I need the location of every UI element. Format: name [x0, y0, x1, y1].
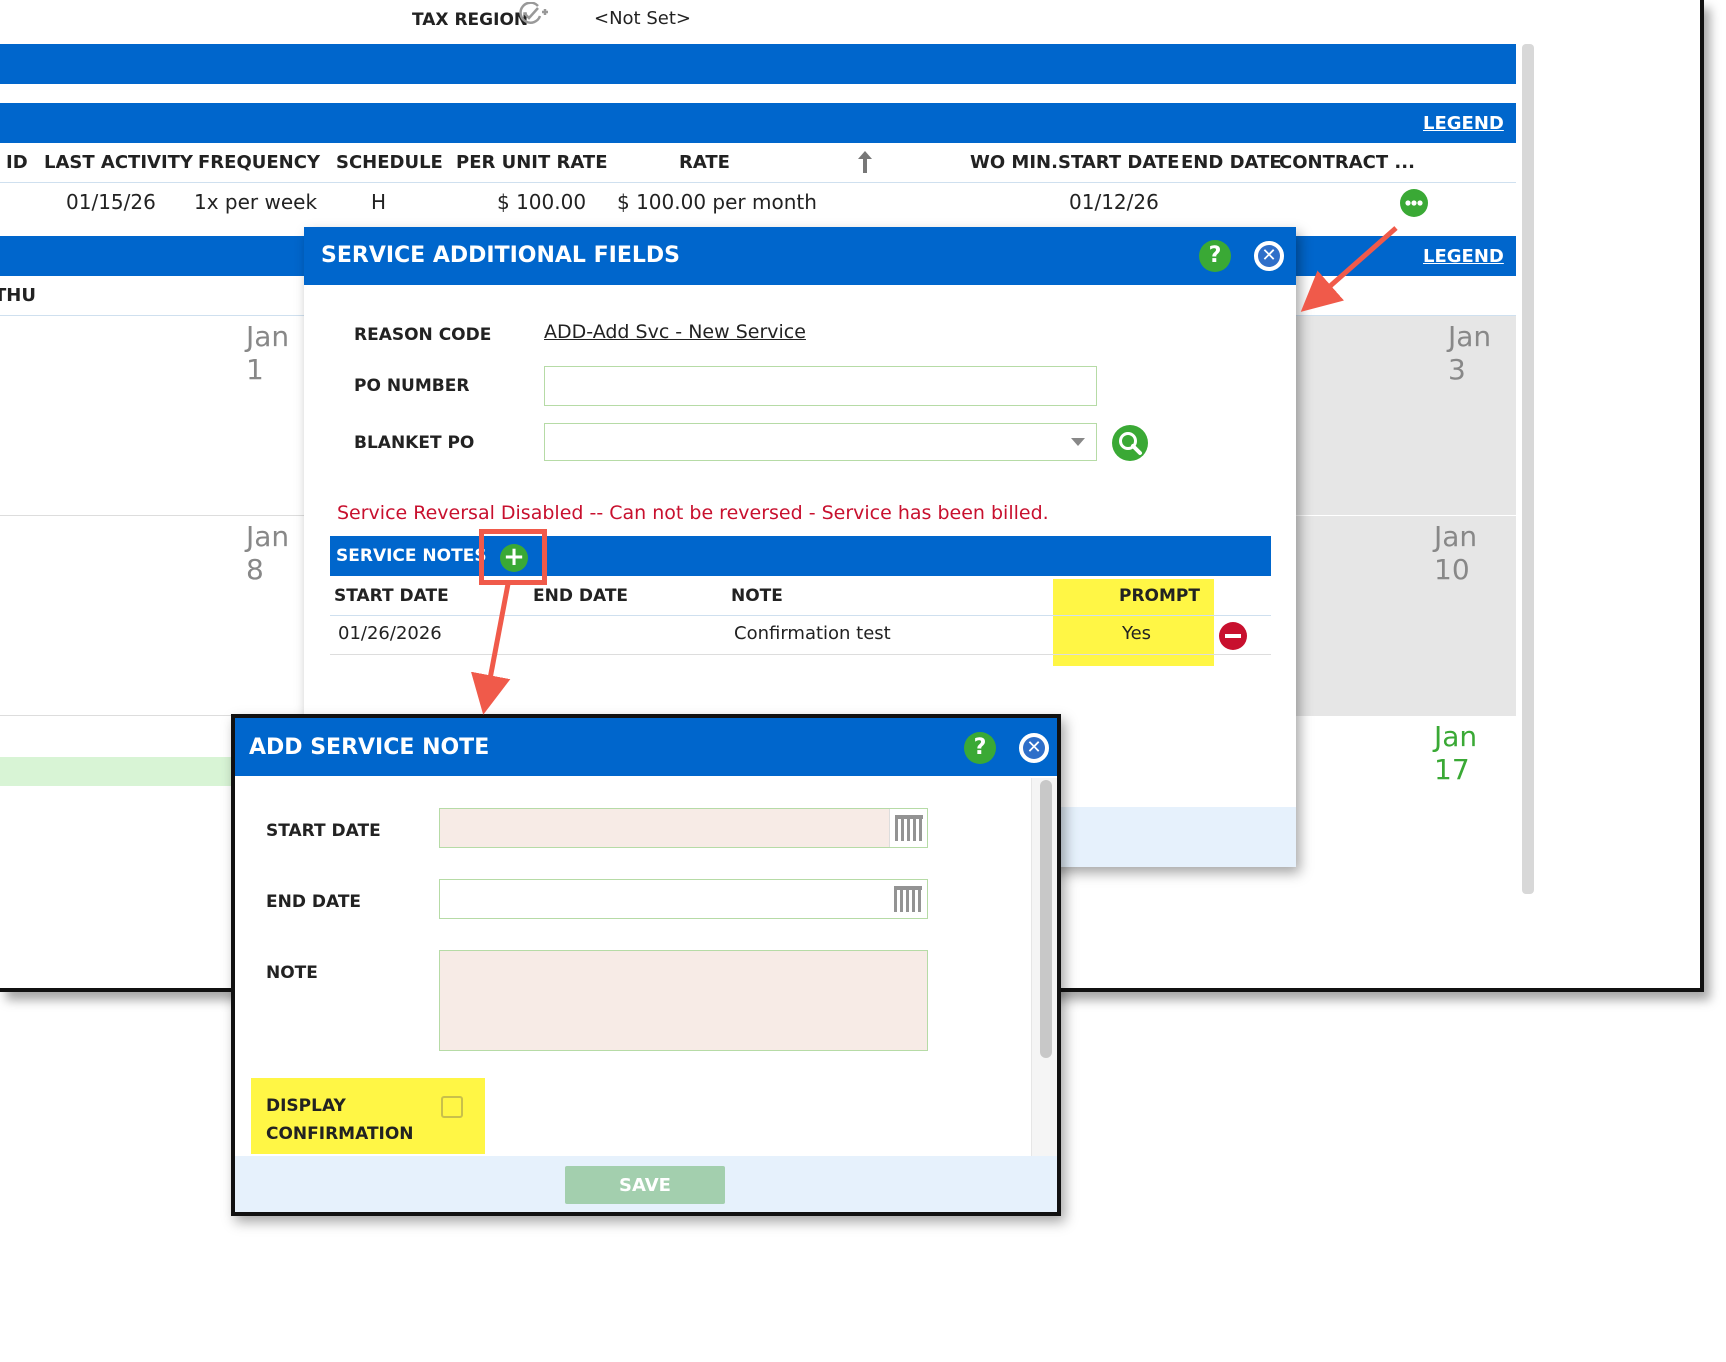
close-icon[interactable]: ✕: [1019, 733, 1049, 763]
calendar-cell[interactable]: Jan 1: [0, 316, 310, 516]
reason-code-label: REASON CODE: [354, 325, 492, 345]
dialog-title: SERVICE ADDITIONAL FIELDS: [321, 243, 680, 268]
more-options-icon[interactable]: [1400, 189, 1428, 217]
end-date-label: END DATE: [266, 892, 362, 912]
close-icon[interactable]: ✕: [1254, 241, 1284, 271]
row-schedule: H: [371, 190, 387, 214]
calendar-date: Jan 10: [1434, 520, 1478, 586]
scrollbar-track[interactable]: [1031, 778, 1057, 1156]
calendar-icon: [895, 815, 923, 841]
remove-note-icon[interactable]: [1219, 622, 1247, 650]
col-start-date[interactable]: START DATE: [1058, 152, 1179, 173]
col-note-prompt[interactable]: PROMPT: [1119, 586, 1200, 606]
legend-link[interactable]: LEGEND: [1423, 113, 1504, 134]
calendar-cell[interactable]: Jan 3: [1296, 316, 1516, 516]
dialog-footer: SAVE: [235, 1156, 1057, 1212]
add-service-note-dialog: ADD SERVICE NOTE ? ✕ START DATE END DATE…: [231, 714, 1061, 1216]
note-label: NOTE: [266, 963, 318, 983]
help-icon[interactable]: ?: [964, 732, 996, 764]
dialog-title: ADD SERVICE NOTE: [249, 735, 490, 760]
col-schedule[interactable]: SCHEDULE: [336, 152, 443, 173]
service-notes-title: SERVICE NOTES: [336, 546, 487, 566]
scrollbar[interactable]: [1522, 44, 1534, 894]
calendar-cell[interactable]: Jan 8: [0, 516, 310, 716]
col-last-activity[interactable]: LAST ACTIVITY: [44, 152, 193, 173]
sort-up-arrow-icon[interactable]: [856, 149, 874, 175]
calendar-date: Jan 3: [1448, 320, 1492, 386]
save-button[interactable]: SAVE: [565, 1166, 725, 1204]
reversal-error-message: Service Reversal Disabled -- Can not be …: [337, 502, 1049, 524]
calendar-date: Jan 17: [1434, 720, 1478, 786]
tax-region-label: TAX REGION: [412, 10, 529, 30]
calendar-date: Jan 1: [246, 320, 290, 386]
po-number-input[interactable]: [544, 366, 1097, 406]
row-rate: $ 100.00 per month: [617, 190, 817, 214]
note-start-date: 01/26/2026: [338, 623, 442, 644]
day-header-thu: THU: [0, 285, 36, 306]
calendar-button[interactable]: [889, 809, 927, 847]
row-per-unit-rate: $ 100.00: [497, 190, 587, 214]
col-frequency[interactable]: FREQUENCY: [198, 152, 320, 173]
row-frequency: 1x per week: [194, 190, 318, 214]
col-note-note[interactable]: NOTE: [731, 586, 783, 606]
calendar-event-strip[interactable]: [0, 757, 240, 786]
note-textarea[interactable]: [439, 950, 928, 1051]
col-id[interactable]: ID: [6, 152, 28, 173]
section-header-bar: [0, 44, 1516, 84]
end-date-field[interactable]: [439, 879, 928, 919]
calendar-button[interactable]: [889, 880, 927, 918]
display-confirmation-checkbox[interactable]: [441, 1096, 463, 1118]
calendar-cell[interactable]: Jan 10: [1296, 516, 1516, 716]
start-date-field[interactable]: [439, 808, 928, 848]
col-per-unit-rate[interactable]: PER UNIT RATE: [456, 152, 608, 173]
help-icon[interactable]: ?: [1199, 240, 1231, 272]
table-row[interactable]: 01/26/2026 Confirmation test Yes: [330, 617, 1271, 655]
calendar-date: Jan 8: [246, 520, 290, 586]
col-rate[interactable]: RATE: [679, 152, 730, 173]
start-date-label: START DATE: [266, 821, 381, 841]
row-start-date: 01/12/26: [1069, 190, 1159, 214]
row-last-activity: 01/15/26: [66, 190, 156, 214]
tax-region-value[interactable]: <Not Set>: [594, 8, 691, 29]
note-prompt: Yes: [1122, 623, 1152, 644]
po-number-label: PO NUMBER: [354, 376, 470, 396]
scrollbar-thumb[interactable]: [1040, 780, 1052, 1058]
service-notes-header-row: START DATE END DATE NOTE PROMPT: [330, 576, 1271, 616]
note-text: Confirmation test: [734, 623, 891, 644]
reason-code-link[interactable]: ADD-Add Svc - New Service: [544, 321, 806, 343]
search-icon[interactable]: [1112, 425, 1148, 461]
calendar-cell[interactable]: Jan 17: [1296, 716, 1516, 896]
dialog-title-bar: SERVICE ADDITIONAL FIELDS ? ✕: [304, 227, 1296, 285]
col-note-start-date[interactable]: START DATE: [334, 586, 449, 606]
blanket-po-select[interactable]: [544, 423, 1097, 461]
services-table-header-bar: LEGEND: [0, 103, 1516, 143]
add-note-plus-icon[interactable]: +: [500, 544, 528, 572]
calendar-legend-link[interactable]: LEGEND: [1423, 246, 1504, 267]
check-add-icon[interactable]: [518, 1, 548, 28]
calendar-icon: [894, 886, 922, 912]
display-confirmation-label: DISPLAY: [266, 1096, 346, 1116]
services-table-header-row: ID LAST ACTIVITY FREQUENCY SCHEDULE PER …: [0, 143, 1516, 183]
service-notes-header-bar: SERVICE NOTES: [330, 536, 1271, 576]
display-confirmation-highlight: DISPLAY CONFIRMATION: [251, 1078, 485, 1154]
dialog-title-bar: ADD SERVICE NOTE ? ✕: [235, 718, 1057, 776]
col-wo-min[interactable]: WO MIN.: [970, 152, 1058, 173]
chevron-down-icon: [1071, 438, 1085, 446]
col-end-date[interactable]: END DATE: [1181, 152, 1282, 173]
display-confirmation-label: CONFIRMATION: [266, 1124, 414, 1144]
col-note-end-date[interactable]: END DATE: [533, 586, 628, 606]
blanket-po-label: BLANKET PO: [354, 433, 475, 453]
col-contract[interactable]: CONTRACT ...: [1279, 152, 1415, 173]
